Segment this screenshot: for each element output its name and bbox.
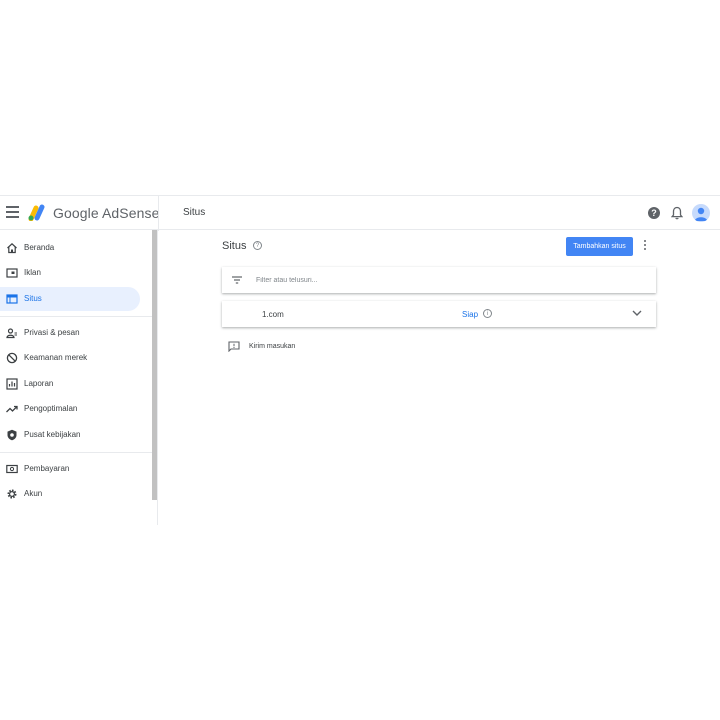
sidebar-item-label: Privasi & pesan: [24, 328, 80, 337]
filter-bar: [222, 267, 656, 293]
header-page-title: Situs: [183, 207, 206, 218]
sidebar-item-situs[interactable]: Situs: [0, 287, 140, 311]
sidebar-item-label: Beranda: [24, 243, 55, 252]
home-icon: [7, 242, 17, 254]
feedback-icon: [228, 341, 240, 352]
sidebar-item-privasi[interactable]: Privasi & pesan: [0, 321, 140, 345]
info-icon[interactable]: i: [483, 309, 492, 318]
add-site-button[interactable]: Tambahkan situs: [566, 237, 633, 256]
filter-icon[interactable]: [232, 276, 242, 284]
sidebar-item-label: Pembayaran: [24, 464, 70, 473]
help-circle-icon[interactable]: ?: [253, 241, 262, 250]
sidebar-item-label: Laporan: [24, 379, 54, 388]
trending-up-icon: [6, 405, 18, 413]
chevron-down-icon[interactable]: [632, 310, 642, 317]
avatar[interactable]: [692, 204, 710, 222]
sidebar-divider: [0, 452, 152, 453]
site-status: Siap: [462, 310, 479, 319]
header-divider: [158, 196, 159, 231]
sidebar-item-label: Situs: [24, 294, 42, 303]
payments-icon: [6, 464, 18, 474]
help-icon[interactable]: ?: [648, 207, 660, 219]
sidebar-item-laporan[interactable]: Laporan: [0, 372, 140, 396]
privacy-icon: [6, 328, 17, 339]
bell-icon[interactable]: [671, 206, 683, 220]
sidebar-item-label: Iklan: [24, 268, 41, 277]
sidebar-item-pengoptimalan[interactable]: Pengoptimalan: [0, 397, 140, 421]
page-title: Situs: [222, 240, 247, 252]
filter-input[interactable]: [256, 274, 636, 286]
sidebar-item-pembayaran[interactable]: Pembayaran: [0, 457, 140, 481]
sidebar-item-keamanan-merek[interactable]: Keamanan merek: [0, 346, 140, 370]
sites-icon: [6, 294, 18, 304]
shield-icon: [7, 429, 17, 441]
sidebar-scrollbar[interactable]: [152, 230, 157, 500]
sidebar-item-label: Pengoptimalan: [24, 404, 78, 413]
reports-icon: [6, 378, 18, 390]
feedback-label: Kirim masukan: [249, 343, 296, 350]
sidebar-divider: [0, 316, 152, 317]
block-icon: [6, 352, 18, 364]
adsense-logo-icon: [28, 204, 45, 221]
adsense-app: Google AdSense Situs ? Beranda Iklan Sit…: [0, 195, 720, 525]
ads-icon: [6, 268, 18, 278]
sidebar: Beranda Iklan Situs Privasi & pesan Keam…: [0, 230, 158, 525]
sidebar-item-pusat-kebijakan[interactable]: Pusat kebijakan: [0, 423, 140, 447]
sidebar-item-akun[interactable]: Akun: [0, 482, 140, 506]
sidebar-item-label: Pusat kebijakan: [24, 430, 81, 439]
site-row[interactable]: 1.com Siap i: [222, 301, 656, 327]
app-name[interactable]: Google AdSense: [53, 205, 159, 221]
site-name: 1.com: [262, 310, 284, 319]
menu-icon[interactable]: [6, 206, 19, 220]
top-bar: Google AdSense Situs ?: [0, 195, 720, 231]
settings-icon: [7, 489, 17, 499]
sidebar-item-beranda[interactable]: Beranda: [0, 236, 140, 260]
sidebar-item-label: Akun: [24, 489, 43, 498]
sidebar-item-iklan[interactable]: Iklan: [0, 261, 140, 285]
sidebar-item-label: Keamanan merek: [24, 353, 88, 362]
more-vert-icon[interactable]: [641, 240, 649, 252]
